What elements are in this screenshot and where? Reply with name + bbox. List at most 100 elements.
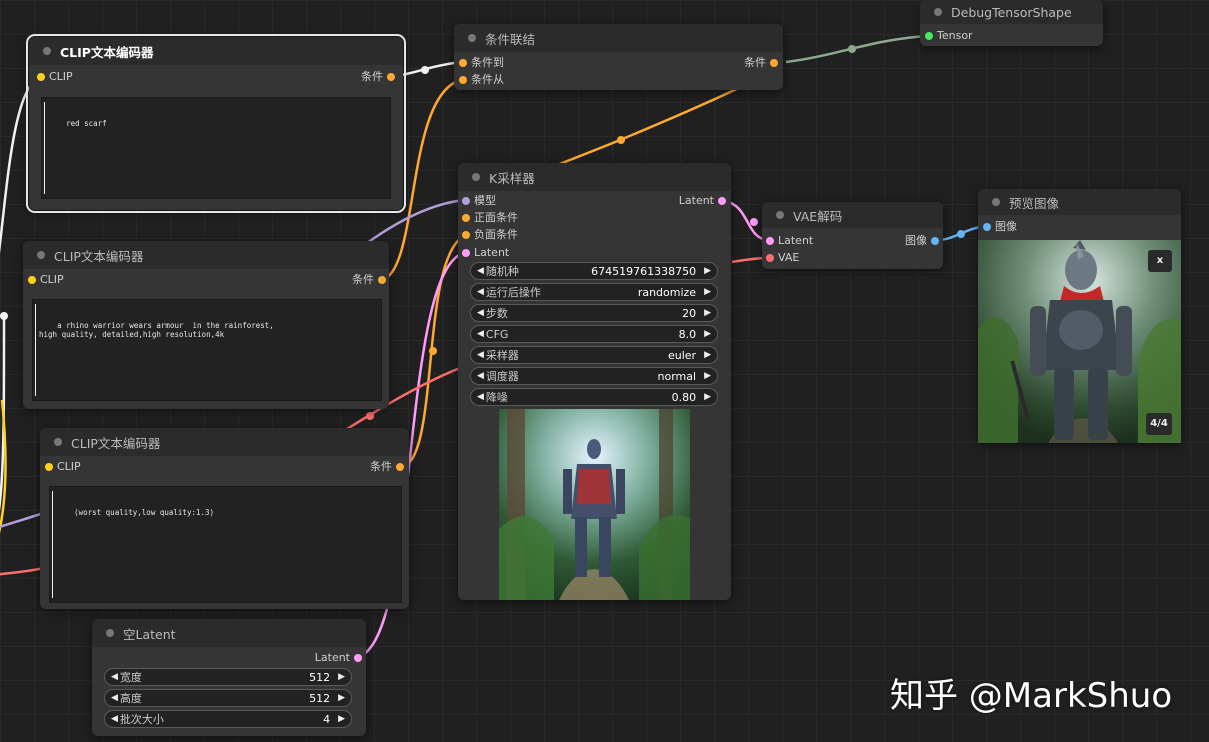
node-header[interactable]: DebugTensorShape: [920, 0, 1103, 24]
latent-pin-icon[interactable]: [718, 197, 726, 205]
output-conditioning[interactable]: 条件: [361, 70, 395, 84]
conditioning-pin-icon[interactable]: [462, 231, 470, 239]
input-conditioning-from[interactable]: 条件从: [459, 73, 504, 87]
increment-arrow-icon[interactable]: ▶: [704, 287, 711, 297]
increment-arrow-icon[interactable]: ▶: [704, 266, 711, 276]
input-clip[interactable]: CLIP: [45, 460, 81, 474]
preview-output-image[interactable]: x 4/4: [978, 240, 1181, 443]
node-header[interactable]: CLIP文本编码器: [29, 37, 403, 65]
collapse-dot-icon[interactable]: [43, 47, 51, 55]
decrement-arrow-icon[interactable]: ◀: [477, 266, 484, 276]
empty-latent-node[interactable]: 空Latent Latent ◀ 宽度 512 ▶ ◀ 高度 512 ▶ ◀ 批…: [92, 619, 366, 736]
control-after-generate-widget[interactable]: ◀ 运行后操作 randomize ▶: [470, 283, 718, 301]
input-model[interactable]: 模型: [462, 194, 496, 208]
input-negative[interactable]: 负面条件: [462, 228, 518, 242]
scheduler-widget[interactable]: ◀ 调度器 normal ▶: [470, 367, 718, 385]
output-latent[interactable]: Latent: [315, 651, 362, 665]
node-header[interactable]: VAE解码: [762, 202, 943, 228]
widget-value[interactable]: 0.80: [672, 391, 697, 404]
latent-pin-icon[interactable]: [462, 249, 470, 257]
conditioning-pin-icon[interactable]: [387, 73, 395, 81]
output-image[interactable]: 图像: [905, 234, 939, 248]
conditioning-combine-node[interactable]: 条件联结 条件到 条件从 条件: [454, 24, 783, 90]
conditioning-pin-icon[interactable]: [378, 276, 386, 284]
prompt-textarea[interactable]: (worst quality,low quality:1.3): [49, 486, 402, 603]
decrement-arrow-icon[interactable]: ◀: [477, 287, 484, 297]
prompt-textarea[interactable]: a rhino warrior wears armour in the rain…: [32, 299, 382, 401]
preview-image-node[interactable]: 预览图像 图像 x 4/4: [978, 189, 1181, 443]
clip-pin-icon[interactable]: [37, 73, 45, 81]
output-conditioning[interactable]: 条件: [370, 460, 404, 474]
input-clip[interactable]: CLIP: [28, 273, 64, 287]
conditioning-pin-icon[interactable]: [459, 59, 467, 67]
increment-arrow-icon[interactable]: ▶: [338, 714, 345, 724]
vae-decode-node[interactable]: VAE解码 Latent VAE 图像: [762, 202, 943, 269]
close-preview-button[interactable]: x: [1148, 250, 1172, 272]
conditioning-pin-icon[interactable]: [459, 76, 467, 84]
clip-encoder-node-1[interactable]: CLIP文本编码器 CLIP 条件 red scarf: [26, 34, 406, 213]
conditioning-pin-icon[interactable]: [462, 214, 470, 222]
input-image[interactable]: 图像: [983, 220, 1017, 234]
collapse-dot-icon[interactable]: [934, 8, 942, 16]
tensor-pin-icon[interactable]: [925, 32, 933, 40]
clip-encoder-node-2[interactable]: CLIP文本编码器 CLIP 条件 a rhino warrior wears …: [23, 241, 389, 409]
decrement-arrow-icon[interactable]: ◀: [477, 308, 484, 318]
node-header[interactable]: 条件联结: [454, 24, 783, 52]
conditioning-pin-icon[interactable]: [396, 463, 404, 471]
collapse-dot-icon[interactable]: [37, 251, 45, 259]
output-conditioning[interactable]: 条件: [744, 56, 778, 70]
input-positive[interactable]: 正面条件: [462, 211, 518, 225]
increment-arrow-icon[interactable]: ▶: [338, 672, 345, 682]
increment-arrow-icon[interactable]: ▶: [704, 371, 711, 381]
steps-widget[interactable]: ◀ 步数 20 ▶: [470, 304, 718, 322]
decrement-arrow-icon[interactable]: ◀: [111, 672, 118, 682]
collapse-dot-icon[interactable]: [106, 629, 114, 637]
collapse-dot-icon[interactable]: [472, 173, 480, 181]
input-latent[interactable]: Latent: [766, 234, 813, 248]
widget-value[interactable]: 512: [309, 692, 330, 705]
node-header[interactable]: 空Latent: [92, 619, 366, 647]
image-pin-icon[interactable]: [983, 223, 991, 231]
collapse-dot-icon[interactable]: [776, 211, 784, 219]
collapse-dot-icon[interactable]: [992, 198, 1000, 206]
decrement-arrow-icon[interactable]: ◀: [111, 693, 118, 703]
input-tensor[interactable]: Tensor: [925, 29, 973, 43]
widget-value[interactable]: 512: [309, 671, 330, 684]
image-pin-icon[interactable]: [931, 237, 939, 245]
increment-arrow-icon[interactable]: ▶: [704, 308, 711, 318]
input-vae[interactable]: VAE: [766, 251, 799, 265]
model-pin-icon[interactable]: [462, 197, 470, 205]
node-header[interactable]: CLIP文本编码器: [23, 241, 389, 269]
decrement-arrow-icon[interactable]: ◀: [477, 329, 484, 339]
output-latent[interactable]: Latent: [679, 194, 726, 208]
increment-arrow-icon[interactable]: ▶: [704, 392, 711, 402]
denoise-widget[interactable]: ◀ 降噪 0.80 ▶: [470, 388, 718, 406]
node-header[interactable]: 预览图像: [978, 189, 1181, 215]
increment-arrow-icon[interactable]: ▶: [338, 693, 345, 703]
collapse-dot-icon[interactable]: [54, 438, 62, 446]
node-header[interactable]: K采样器: [458, 163, 731, 191]
widget-value[interactable]: normal: [658, 370, 697, 383]
height-widget[interactable]: ◀ 高度 512 ▶: [104, 689, 352, 707]
debug-tensor-shape-node[interactable]: DebugTensorShape Tensor: [920, 0, 1103, 46]
widget-value[interactable]: euler: [668, 349, 696, 362]
input-latent[interactable]: Latent: [462, 246, 509, 260]
increment-arrow-icon[interactable]: ▶: [704, 350, 711, 360]
output-conditioning[interactable]: 条件: [352, 273, 386, 287]
decrement-arrow-icon[interactable]: ◀: [111, 714, 118, 724]
decrement-arrow-icon[interactable]: ◀: [477, 350, 484, 360]
latent-pin-icon[interactable]: [766, 237, 774, 245]
clip-pin-icon[interactable]: [28, 276, 36, 284]
node-header[interactable]: CLIP文本编码器: [40, 428, 409, 456]
widget-value[interactable]: 4: [323, 713, 330, 726]
widget-value[interactable]: 8.0: [679, 328, 697, 341]
conditioning-pin-icon[interactable]: [770, 59, 778, 67]
increment-arrow-icon[interactable]: ▶: [704, 329, 711, 339]
collapse-dot-icon[interactable]: [468, 34, 476, 42]
input-clip[interactable]: CLIP: [37, 70, 73, 84]
batch-size-widget[interactable]: ◀ 批次大小 4 ▶: [104, 710, 352, 728]
vae-pin-icon[interactable]: [766, 254, 774, 262]
prompt-textarea[interactable]: red scarf: [41, 97, 391, 199]
clip-encoder-node-3[interactable]: CLIP文本编码器 CLIP 条件 (worst quality,low qua…: [40, 428, 409, 609]
clip-pin-icon[interactable]: [45, 463, 53, 471]
